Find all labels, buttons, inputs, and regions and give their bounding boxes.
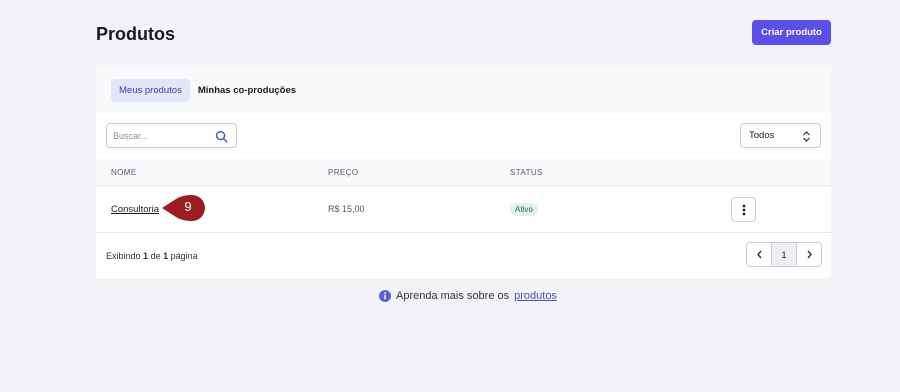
pagination-total: 1 bbox=[163, 251, 169, 261]
up-down-icon bbox=[803, 131, 810, 142]
tabs-bar: Meus produtos Minhas co-produções bbox=[96, 67, 831, 113]
status-badge: Ativo bbox=[510, 203, 538, 216]
search-input[interactable] bbox=[107, 130, 207, 141]
pagination-controls: 1 bbox=[746, 242, 822, 267]
table-row: Consultoria 9 R$ 15,00 Ativo bbox=[96, 186, 831, 233]
pagination-middle: de bbox=[150, 251, 161, 261]
product-price: R$ 15,00 bbox=[328, 204, 365, 214]
search-field bbox=[106, 123, 237, 148]
vertical-dots-icon bbox=[742, 204, 745, 215]
info-icon bbox=[379, 290, 391, 302]
product-name-link[interactable]: Consultoria bbox=[111, 204, 159, 215]
pagination-current: 1 bbox=[143, 251, 149, 261]
column-name: NOME bbox=[111, 168, 137, 177]
table-header: NOME PREÇO STATUS bbox=[96, 159, 831, 186]
pagination-suffix: página bbox=[170, 251, 198, 261]
pagination-prefix: Exibindo bbox=[106, 251, 141, 261]
step-marker-number: 9 bbox=[184, 199, 192, 214]
tab-coproductions[interactable]: Minhas co-produções bbox=[198, 79, 304, 102]
chevron-right-icon bbox=[806, 250, 812, 259]
products-card: Todos NOME PREÇO STATUS Consultoria 9 R$… bbox=[96, 113, 831, 278]
search-icon[interactable] bbox=[215, 130, 228, 143]
help-banner: Aprenda mais sobre os produtos bbox=[379, 290, 557, 302]
column-status: STATUS bbox=[510, 168, 543, 177]
chevron-left-icon bbox=[756, 250, 762, 259]
column-price: PREÇO bbox=[328, 168, 359, 177]
previous-page-button[interactable] bbox=[747, 243, 771, 266]
next-page-button[interactable] bbox=[797, 243, 821, 266]
tab-my-products[interactable]: Meus produtos bbox=[111, 78, 190, 102]
products-help-link[interactable]: produtos bbox=[514, 290, 557, 302]
page-title: Produtos bbox=[96, 24, 175, 44]
pagination-info: Exibindo 1 de 1 página bbox=[106, 251, 198, 261]
status-filter-select[interactable]: Todos bbox=[740, 123, 821, 148]
filter-selected-value: Todos bbox=[749, 130, 775, 141]
page-1-button[interactable]: 1 bbox=[771, 243, 797, 266]
create-product-button[interactable]: Criar produto bbox=[752, 20, 831, 45]
help-text: Aprenda mais sobre os bbox=[396, 290, 510, 302]
row-actions-button[interactable] bbox=[731, 197, 756, 222]
